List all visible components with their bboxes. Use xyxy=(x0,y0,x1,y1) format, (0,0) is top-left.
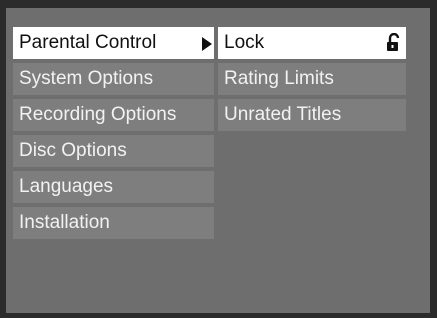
menu-item-label: Recording Options xyxy=(19,104,177,125)
menu-item-label: Languages xyxy=(19,176,114,197)
menu-item-disc-options[interactable]: Disc Options xyxy=(13,135,214,167)
menu-item-recording-options[interactable]: Recording Options xyxy=(13,99,214,131)
lock-icon xyxy=(387,33,400,51)
submenu-item-label: Rating Limits xyxy=(224,68,334,89)
menu-item-languages[interactable]: Languages xyxy=(13,171,214,203)
arrow-right-icon xyxy=(202,37,212,51)
menu-item-label: Installation xyxy=(19,212,110,233)
submenu-item-lock[interactable]: Lock xyxy=(218,27,406,59)
menu-item-parental-control[interactable]: Parental Control xyxy=(13,27,214,59)
submenu-item-label: Lock xyxy=(224,32,265,53)
menu-item-system-options[interactable]: System Options xyxy=(13,63,214,95)
menu-screen: Parental Control System Options Recordin… xyxy=(6,8,430,313)
submenu-item-label: Unrated Titles xyxy=(224,104,342,125)
menu-item-label: System Options xyxy=(19,68,154,89)
menu-item-installation[interactable]: Installation xyxy=(13,207,214,239)
submenu-item-unrated-titles[interactable]: Unrated Titles xyxy=(218,99,406,131)
submenu-item-rating-limits[interactable]: Rating Limits xyxy=(218,63,406,95)
menu-item-label: Disc Options xyxy=(19,140,127,161)
menu-item-label: Parental Control xyxy=(19,32,157,53)
